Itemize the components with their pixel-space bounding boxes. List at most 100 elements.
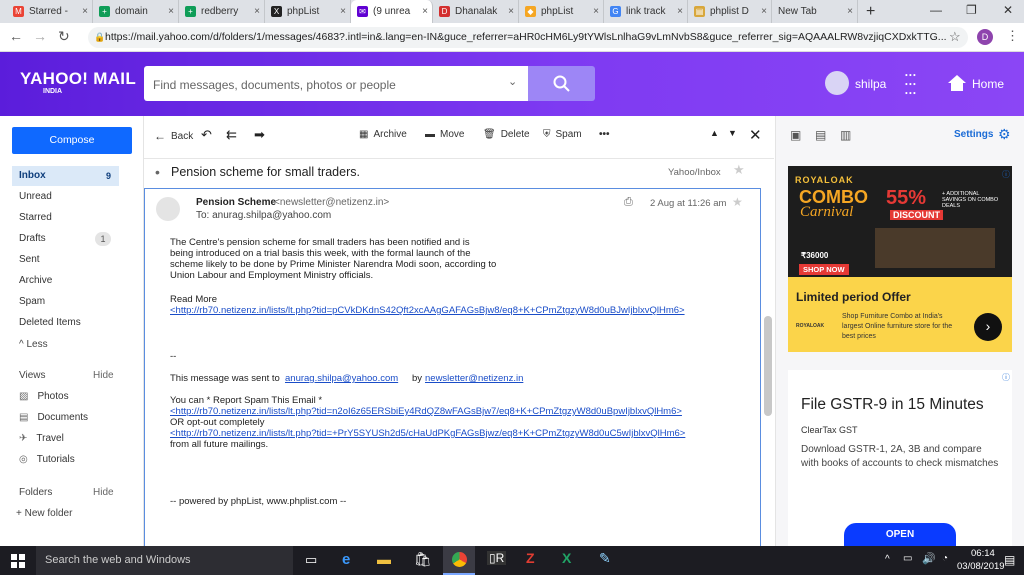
adchoices-icon-top[interactable]: ⓘ bbox=[1002, 169, 1010, 180]
bookmark-star-icon[interactable]: ☆ bbox=[949, 29, 961, 45]
reply-icon[interactable]: ↶ bbox=[201, 127, 212, 143]
cleartax-ad[interactable]: File GSTR-9 in 15 Minutes ClearTax GST D… bbox=[788, 370, 1012, 546]
move-button[interactable]: ▬ Move bbox=[425, 129, 464, 140]
views-hide-link[interactable]: Hide bbox=[93, 370, 114, 381]
message-scrollbar[interactable] bbox=[764, 316, 772, 416]
browser-tab[interactable]: XphpList × bbox=[265, 0, 351, 23]
view-travel[interactable]: ✈ Travel bbox=[12, 429, 119, 449]
close-message-icon[interactable]: ✕ bbox=[749, 126, 762, 144]
user-name[interactable]: shilpa bbox=[855, 77, 886, 91]
gear-icon[interactable]: ⚙ bbox=[998, 126, 1011, 143]
royaloak-ad[interactable]: ROYALOAK COMBO Carnival 55% DISCOUNT + A… bbox=[788, 166, 1012, 352]
folder-deleted-items[interactable]: Deleted Items bbox=[12, 313, 119, 333]
contacts-icon[interactable]: ▣ bbox=[790, 128, 801, 142]
browser-tab[interactable]: D Dhanalak × bbox=[433, 0, 519, 23]
volume-icon[interactable]: 🔊 bbox=[922, 552, 936, 565]
forward-arrow-icon[interactable]: → bbox=[33, 28, 47, 44]
new-folder-link[interactable]: + New folder bbox=[16, 508, 72, 519]
clock-time[interactable]: 06:14 bbox=[971, 548, 995, 559]
folder-spam[interactable]: Spam bbox=[12, 292, 119, 312]
read-more-link[interactable]: <http://rb70.netizenz.in/lists/lt.php?ti… bbox=[170, 305, 685, 316]
clock-date[interactable]: 03/08/2019 bbox=[957, 561, 1005, 572]
action-center-icon[interactable]: ▤ bbox=[1004, 553, 1015, 567]
close-tab-icon[interactable]: × bbox=[82, 6, 88, 17]
profile-avatar[interactable]: D bbox=[977, 29, 993, 45]
wifi-icon[interactable]: ◔ bbox=[942, 553, 948, 564]
paint-icon[interactable]: ✎ bbox=[599, 550, 611, 567]
close-tab-icon[interactable]: × bbox=[168, 6, 174, 17]
home-link[interactable]: Home bbox=[972, 77, 1004, 91]
reply-all-icon[interactable]: ⇇ bbox=[226, 127, 237, 143]
chrome-taskbar-item[interactable] bbox=[443, 546, 475, 575]
spam-button[interactable]: ⛨ Spam bbox=[543, 129, 582, 140]
view-documents[interactable]: ▤ Documents bbox=[12, 408, 119, 428]
apps-grid-icon[interactable]: ∙∙∙ ∙∙∙ ∙∙∙ bbox=[904, 65, 917, 101]
star-icon[interactable]: ★ bbox=[733, 162, 745, 178]
reload-icon[interactable]: ↻ bbox=[58, 28, 70, 45]
compose-button[interactable]: Compose bbox=[12, 127, 132, 154]
store-icon[interactable]: 🛍 bbox=[414, 551, 432, 568]
minimize-button[interactable]: — bbox=[930, 3, 942, 17]
sender-name[interactable]: Pension Scheme bbox=[196, 197, 276, 208]
by-email-link[interactable]: newsletter@netizenz.in bbox=[425, 373, 523, 384]
notepad-icon[interactable]: ▥ bbox=[840, 128, 851, 142]
close-tab-icon[interactable]: × bbox=[254, 6, 260, 17]
browser-tab[interactable]: ◆ phpList × bbox=[519, 0, 604, 23]
ad-next-arrow-icon[interactable]: › bbox=[974, 313, 1002, 341]
previous-message-icon[interactable]: ▲ bbox=[710, 128, 719, 138]
close-tab-icon[interactable]: × bbox=[677, 6, 683, 17]
sent-to-email-link[interactable]: anurag.shilpa@yahoo.com bbox=[285, 373, 398, 384]
filezilla-icon[interactable]: Z bbox=[526, 550, 535, 566]
folder-archive[interactable]: Archive bbox=[12, 271, 119, 291]
edge-icon[interactable]: e bbox=[342, 551, 350, 568]
more-actions-button[interactable]: ••• bbox=[599, 129, 610, 140]
browser-tab[interactable]: + domain × bbox=[93, 0, 179, 23]
folder-unread[interactable]: Unread bbox=[12, 187, 119, 207]
file-explorer-icon[interactable]: ▬ bbox=[377, 551, 391, 567]
browser-tab[interactable]: Glink track × bbox=[604, 0, 688, 23]
browser-tab[interactable]: + redberry × bbox=[179, 0, 265, 23]
search-button[interactable] bbox=[528, 66, 595, 101]
new-tab-button[interactable]: + bbox=[866, 3, 875, 21]
taskbar-search-box[interactable]: Search the web and Windows bbox=[36, 546, 293, 575]
folder-inbox[interactable]: Inbox 9 bbox=[12, 166, 119, 186]
folder-sent[interactable]: Sent bbox=[12, 250, 119, 270]
print-icon[interactable]: ⎙ bbox=[624, 196, 633, 209]
yahoo-mail-logo[interactable]: YAHOO! MAIL bbox=[20, 69, 136, 89]
browser-menu-icon[interactable]: ⋮ bbox=[1006, 28, 1019, 44]
close-tab-icon[interactable]: × bbox=[508, 6, 514, 17]
chevron-down-icon[interactable]: ⌄ bbox=[508, 75, 517, 88]
next-message-icon[interactable]: ▼ bbox=[728, 128, 737, 138]
back-arrow-icon[interactable]: ← bbox=[9, 28, 23, 44]
less-toggle[interactable]: ^ Less bbox=[19, 339, 48, 350]
opt-out-link[interactable]: <http://rb70.netizenz.in/lists/lt.php?ti… bbox=[170, 428, 685, 439]
report-spam-link[interactable]: <http://rb70.netizenz.in/lists/lt.php?ti… bbox=[170, 406, 682, 417]
close-tab-icon[interactable]: × bbox=[593, 6, 599, 17]
show-hidden-icons-icon[interactable]: ^ bbox=[885, 554, 890, 565]
terminal-icon[interactable]: ▯R bbox=[487, 551, 507, 565]
delete-button[interactable]: 🗑 Delete bbox=[483, 129, 530, 140]
back-button[interactable]: ← Back bbox=[154, 129, 193, 143]
close-window-button[interactable]: ✕ bbox=[1003, 3, 1013, 17]
windows-start-icon[interactable] bbox=[11, 554, 25, 568]
url-field[interactable]: 🔒 https://mail.yahoo.com/d/folders/1/mes… bbox=[88, 27, 968, 48]
folders-hide-link[interactable]: Hide bbox=[93, 487, 114, 498]
close-tab-icon[interactable]: × bbox=[847, 6, 853, 17]
browser-tab[interactable]: ✉ (9 unrea × bbox=[351, 0, 433, 23]
task-view-icon[interactable]: ▭ bbox=[305, 552, 317, 568]
home-icon[interactable] bbox=[947, 74, 967, 92]
browser-tab[interactable]: New Tab × bbox=[772, 0, 858, 23]
adchoices-icon[interactable]: ⓘ bbox=[1002, 372, 1010, 383]
close-tab-icon[interactable]: × bbox=[422, 6, 428, 17]
folder-drafts[interactable]: Drafts 1 bbox=[12, 229, 119, 249]
archive-button[interactable]: ▦ Archive bbox=[359, 129, 407, 140]
mail-search-input[interactable]: Find messages, documents, photos or peop… bbox=[144, 66, 528, 101]
view-photos[interactable]: ▨ Photos bbox=[12, 387, 119, 407]
network-icon[interactable]: ▭ bbox=[903, 553, 912, 564]
browser-tab[interactable]: M Starred - × bbox=[7, 0, 93, 23]
calendar-icon[interactable]: ▤ bbox=[815, 128, 826, 142]
ad2-open-button[interactable]: OPEN bbox=[844, 523, 956, 546]
close-tab-icon[interactable]: × bbox=[761, 6, 767, 17]
folder-starred[interactable]: Starred bbox=[12, 208, 119, 228]
browser-tab[interactable]: ▤ phplist D × bbox=[688, 0, 772, 23]
